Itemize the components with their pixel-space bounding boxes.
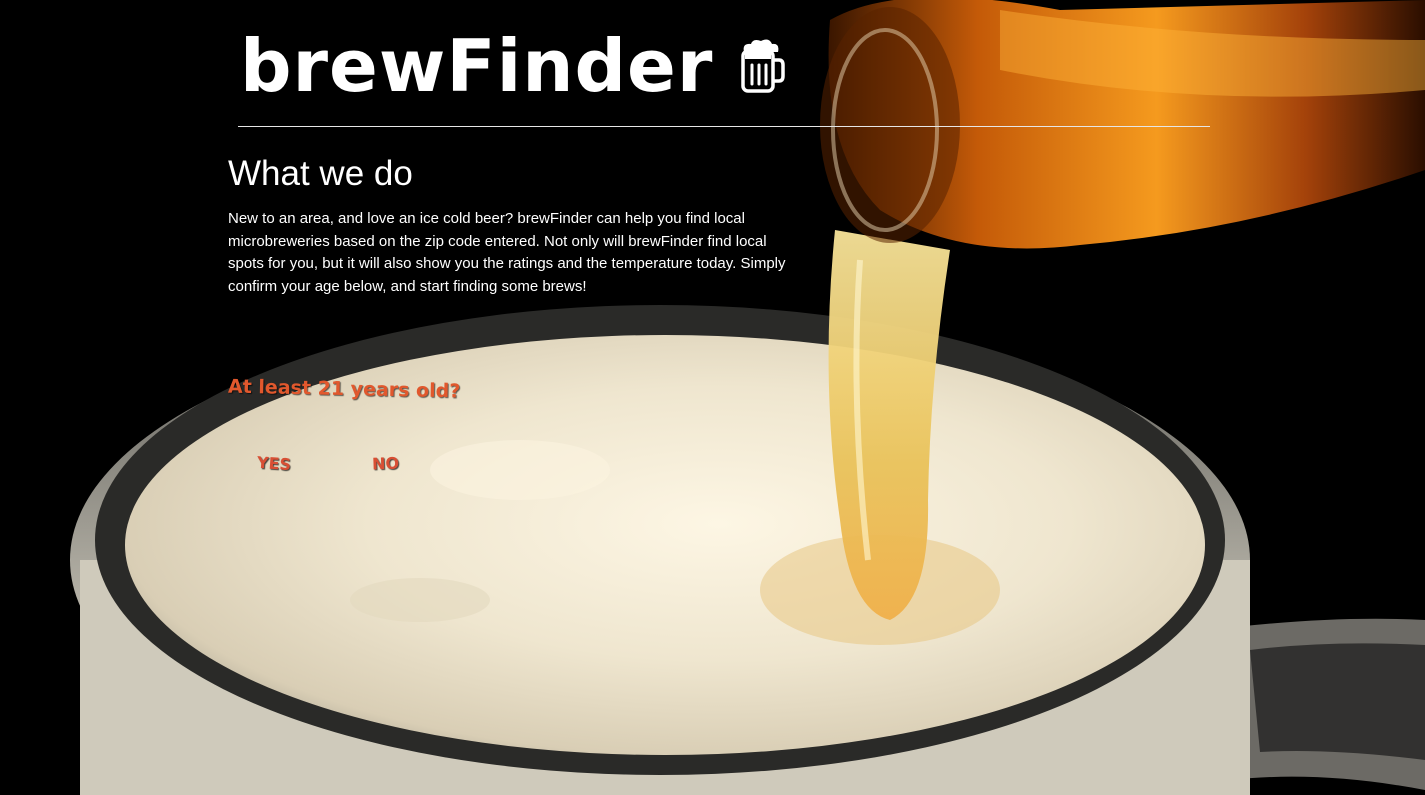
about-description: New to an area, and love an ice cold bee… [228, 210, 786, 295]
yes-button[interactable]: YES [256, 453, 291, 474]
site-title: brewFinder [240, 24, 714, 108]
brand-header: brewFinder [240, 24, 786, 108]
no-button[interactable]: NO [372, 454, 400, 474]
age-question: At least 21 years old? [227, 375, 461, 403]
section-heading: What we do [228, 154, 413, 193]
beer-mug-icon [739, 38, 786, 94]
header-divider [238, 126, 1210, 127]
